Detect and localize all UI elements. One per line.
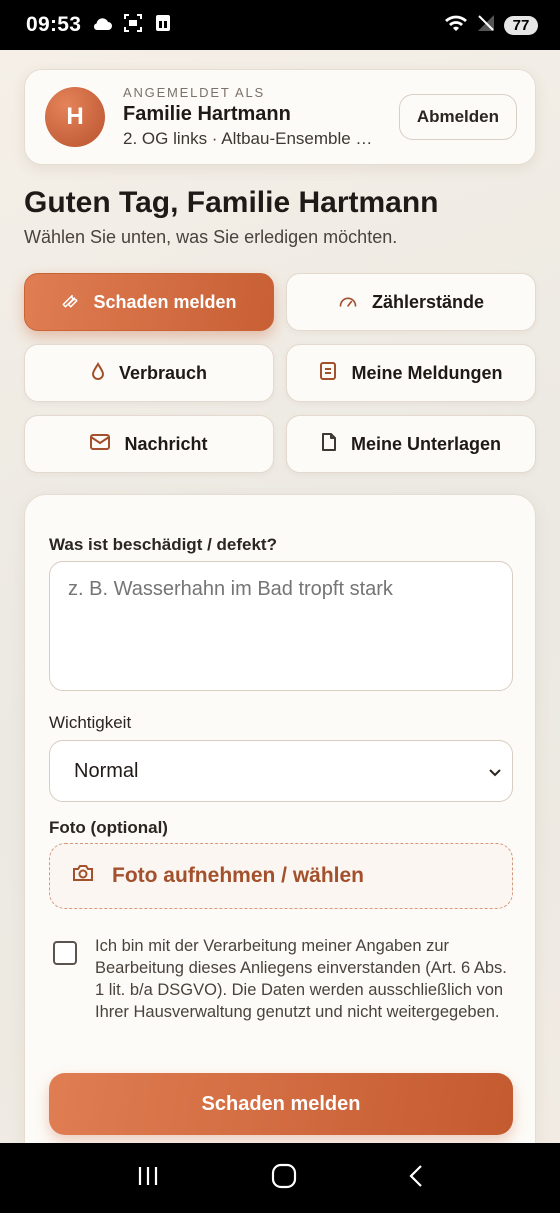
status-time: 09:53	[26, 13, 82, 36]
account-name: Familie Hartmann	[123, 103, 291, 125]
action-grid: Schaden melden Zählerstände Verbrauch Me…	[24, 273, 536, 473]
wifi-icon	[444, 13, 468, 38]
action-label: Zählerstände	[371, 291, 485, 312]
mail-icon	[90, 433, 111, 455]
account-unit: 2. OG links · Altbau-Ensemble …	[123, 129, 373, 148]
photo-button-label: Foto aufnehmen / wählen	[112, 864, 365, 887]
consent-checkbox[interactable]	[53, 941, 77, 965]
submit-button[interactable]: Schaden melden	[49, 1073, 513, 1135]
logout-button[interactable]: Abmelden	[398, 94, 517, 140]
action-label: Schaden melden	[93, 291, 237, 312]
status-left: 09:53	[26, 13, 173, 38]
description-label: Was ist beschädigt / defekt?	[49, 535, 277, 554]
no-signal-icon	[476, 13, 496, 38]
action-report-damage-button[interactable]: Schaden melden	[24, 273, 274, 331]
consent-row: Ich bin mit der Verarbeitung meiner Anga…	[53, 935, 513, 1023]
photo-upload-button[interactable]: Foto aufnehmen / wählen	[49, 843, 513, 909]
priority-value: Normal	[74, 759, 139, 782]
action-label: Nachricht	[124, 433, 208, 454]
action-label: Verbrauch	[118, 362, 208, 383]
back-icon[interactable]	[408, 1164, 424, 1193]
cloud-icon	[91, 15, 113, 36]
status-right: 77	[444, 13, 538, 38]
account-card: H ANGEMELDET ALS Familie Hartmann 2. OG …	[24, 69, 536, 165]
screenshot-icon	[123, 13, 143, 38]
status-bar: 09:53 77	[0, 0, 560, 50]
app-content: H ANGEMELDET ALS Familie Hartmann 2. OG …	[0, 50, 560, 1143]
system-nav-bar	[0, 1143, 560, 1213]
account-label: ANGEMELDET ALS	[123, 85, 266, 100]
recent-apps-icon[interactable]	[136, 1165, 160, 1192]
action-label: Meine Unterlagen	[350, 433, 502, 454]
photo-label: Foto (optional)	[49, 818, 168, 837]
drop-icon	[91, 361, 105, 385]
action-consumption-button[interactable]: Verbrauch	[24, 344, 274, 402]
page-subtitle: Wählen Sie unten, was Sie erledigen möch…	[24, 227, 398, 247]
action-my-reports-button[interactable]: Meine Meldungen	[286, 344, 536, 402]
action-label: Meine Meldungen	[351, 362, 503, 383]
document-icon	[321, 432, 337, 457]
sim-icon	[153, 13, 173, 38]
battery-indicator: 77	[504, 15, 538, 35]
action-message-button[interactable]: Nachricht	[24, 415, 274, 473]
consent-text: Ich bin mit der Verarbeitung meiner Anga…	[95, 937, 507, 1021]
priority-label: Wichtigkeit	[49, 713, 132, 732]
action-my-documents-button[interactable]: Meine Unterlagen	[286, 415, 536, 473]
home-icon[interactable]	[271, 1163, 297, 1194]
wrench-icon	[61, 291, 79, 314]
gauge-icon	[338, 291, 358, 314]
page-title: Guten Tag, Familie Hartmann	[24, 186, 439, 219]
clipboard-icon	[319, 361, 337, 386]
account-info: ANGEMELDET ALS Familie Hartmann 2. OG li…	[123, 85, 399, 149]
camera-icon	[72, 864, 94, 888]
chevron-down-icon	[488, 760, 502, 783]
damage-report-form: Was ist beschädigt / defekt? Wichtigkeit…	[24, 494, 536, 1143]
avatar: H	[45, 87, 105, 147]
action-meter-readings-button[interactable]: Zählerstände	[286, 273, 536, 331]
description-input[interactable]	[49, 561, 513, 691]
priority-select[interactable]: Normal	[49, 740, 513, 802]
